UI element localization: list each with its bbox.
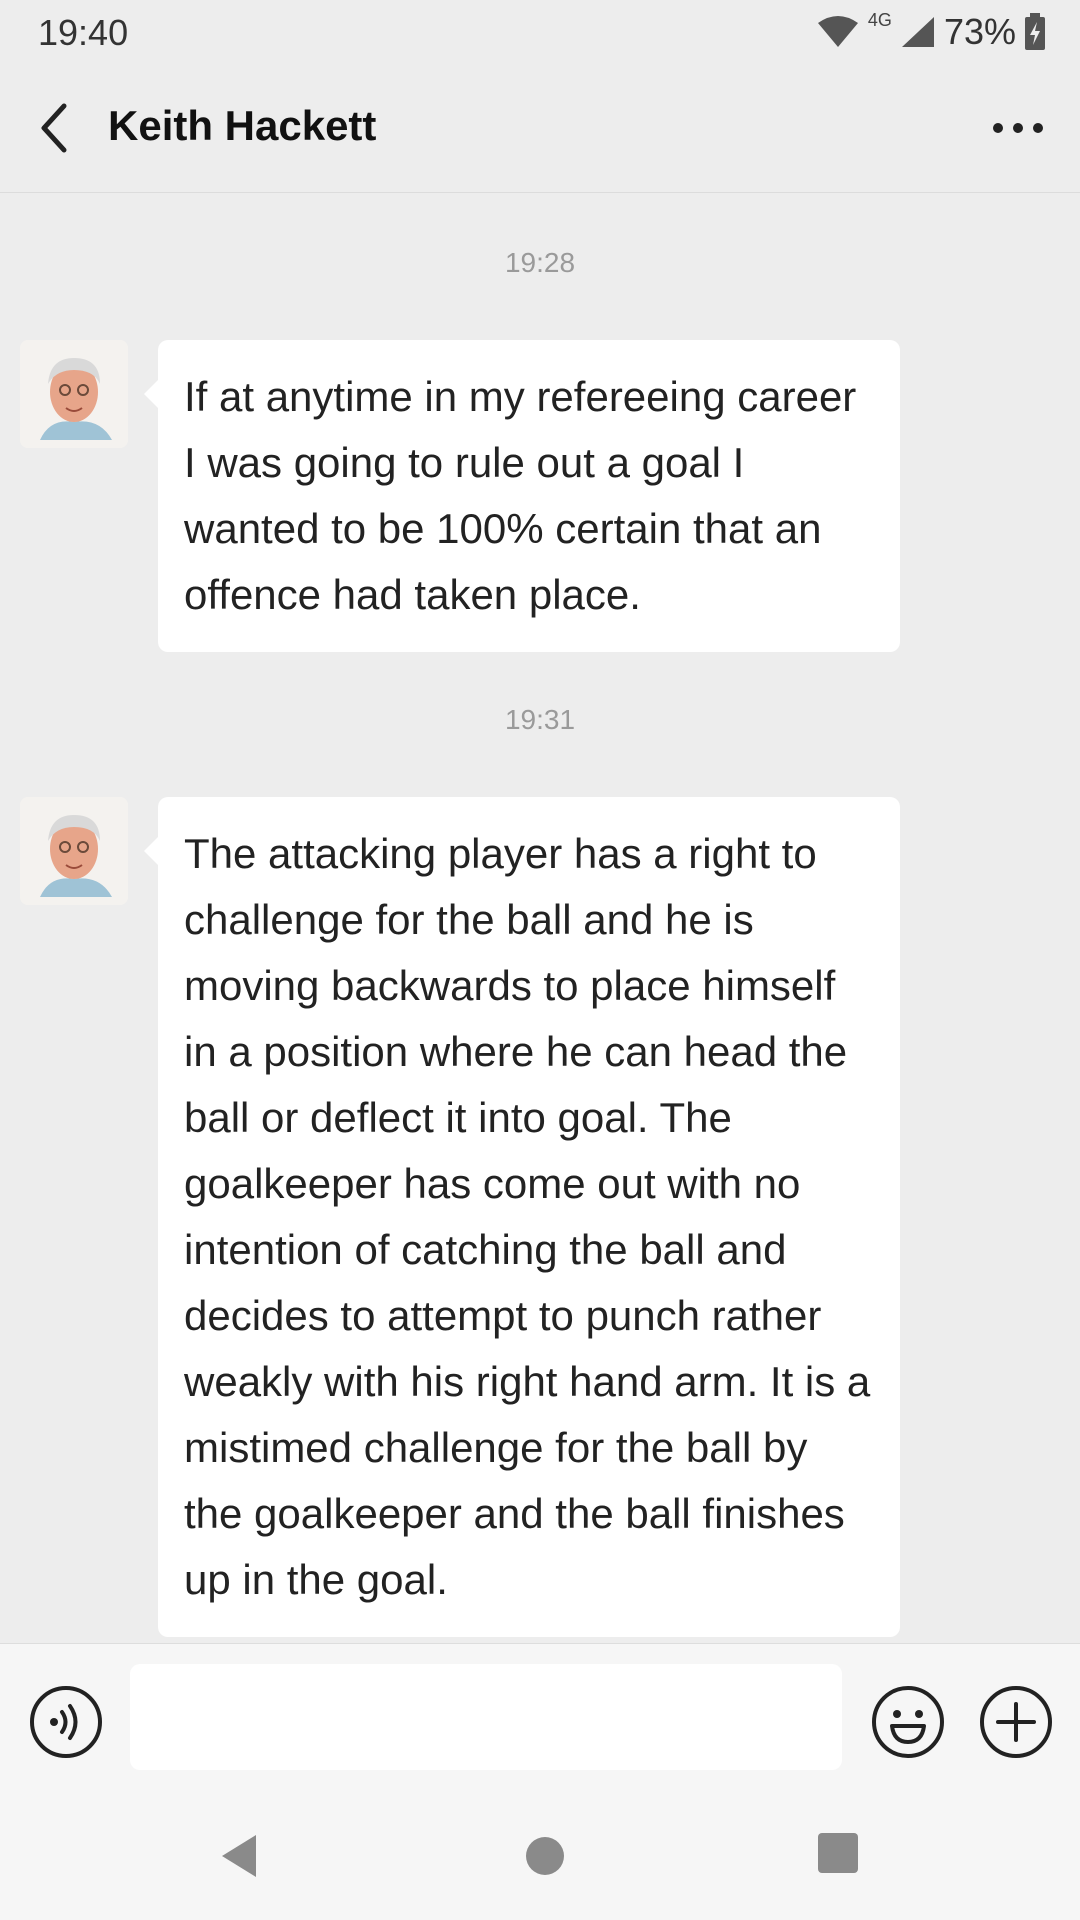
chat-title: Keith Hackett xyxy=(108,102,377,149)
status-icons: 4G 73% xyxy=(816,10,1046,54)
signal-icon xyxy=(901,17,934,47)
chevron-left-icon xyxy=(41,103,67,153)
message-input[interactable] xyxy=(130,1664,842,1770)
nav-home-icon xyxy=(526,1837,564,1875)
nav-recent-icon xyxy=(818,1833,858,1873)
input-bar xyxy=(0,1643,1080,1794)
voice-icon xyxy=(30,1686,102,1758)
battery-charging-icon xyxy=(1025,13,1045,50)
emoji-button[interactable] xyxy=(870,1684,946,1760)
chat-header: Keith Hackett xyxy=(0,64,1080,193)
status-time: 19:40 xyxy=(38,12,129,53)
back-button[interactable] xyxy=(30,98,80,158)
more-actions-button[interactable] xyxy=(978,1684,1054,1760)
message-bubble[interactable]: If at anytime in my refereeing career I … xyxy=(144,340,900,652)
more-button[interactable] xyxy=(986,98,1050,158)
nav-back-icon xyxy=(222,1835,256,1877)
more-horizontal-icon xyxy=(993,123,1043,133)
voice-button[interactable] xyxy=(28,1684,104,1760)
nav-home-button[interactable] xyxy=(520,1831,570,1881)
avatar-portrait-icon xyxy=(20,797,128,905)
nav-recent-button[interactable] xyxy=(816,1831,860,1875)
nav-back-button[interactable] xyxy=(214,1831,264,1881)
battery-percentage: 73% xyxy=(943,11,1016,52)
plus-icon xyxy=(980,1686,1052,1758)
message-timestamp: 19:31 xyxy=(504,704,576,735)
message-list[interactable]: 19:28 If at anytime in my refereeing car… xyxy=(0,193,1080,1643)
avatar[interactable] xyxy=(20,797,128,905)
network-type-label: 4G xyxy=(867,9,892,30)
avatar-portrait-icon xyxy=(20,340,128,448)
wifi-icon xyxy=(817,16,858,47)
status-bar: 19:40 4G 73% xyxy=(0,0,1080,64)
system-nav-bar xyxy=(0,1793,1080,1920)
message-bubble[interactable]: The attacking player has a right to chal… xyxy=(144,797,900,1637)
emoji-icon xyxy=(872,1686,944,1758)
message-timestamp: 19:28 xyxy=(504,247,576,278)
avatar[interactable] xyxy=(20,340,128,448)
